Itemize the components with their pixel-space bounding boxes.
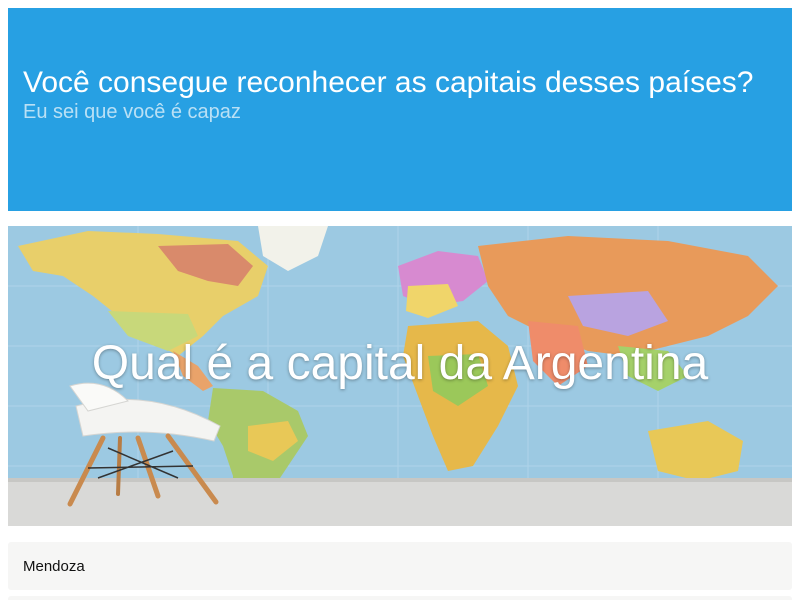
- quiz-subtitle: Eu sei que você é capaz: [23, 101, 241, 123]
- answer-option-next[interactable]: [8, 596, 792, 600]
- answer-option-mendoza[interactable]: Mendoza: [8, 542, 792, 590]
- quiz-page: Você consegue reconhecer as capitais des…: [0, 0, 800, 600]
- answer-option-label: Mendoza: [23, 557, 85, 575]
- quiz-title: Você consegue reconhecer as capitais des…: [23, 66, 754, 99]
- question-text: Qual é a capital da Argentina: [91, 337, 709, 390]
- quiz-header: Você consegue reconhecer as capitais des…: [8, 8, 792, 211]
- question-banner: Qual é a capital da Argentina: [8, 226, 792, 526]
